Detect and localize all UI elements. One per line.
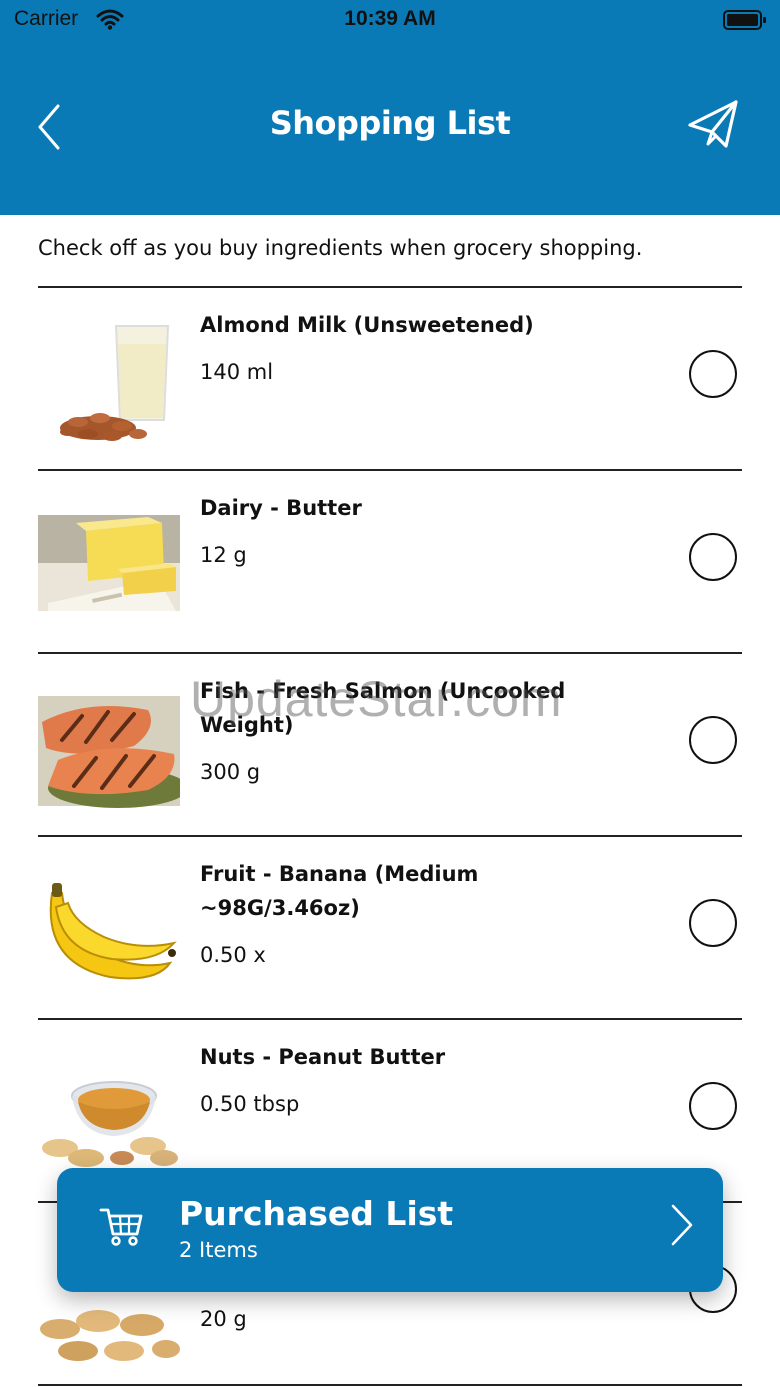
watermark: UpdateStar.com	[190, 671, 563, 727]
list-item[interactable]: Almond Milk (Unsweetened) 140 ml	[38, 286, 742, 469]
list-item[interactable]: Dairy - Butter 12 g	[38, 469, 742, 652]
item-name: Fruit - Banana (Medium ~98G/3.46oz)	[200, 862, 479, 920]
item-quantity: 20 g	[200, 1307, 247, 1331]
item-checkbox[interactable]	[689, 716, 737, 764]
send-button[interactable]	[686, 98, 740, 152]
item-quantity: 300 g	[200, 760, 261, 784]
list-item[interactable]: Fruit - Banana (Medium ~98G/3.46oz) 0.50…	[38, 835, 742, 1018]
item-name: Dairy - Butter	[200, 496, 362, 520]
item-checkbox[interactable]	[689, 533, 737, 581]
chevron-right-icon	[671, 1204, 693, 1246]
app-header: Carrier 10:39 AM Shopping List	[0, 0, 780, 215]
item-quantity: 140 ml	[200, 360, 274, 384]
peanut-butter-image	[38, 1042, 180, 1182]
instructions-text: Check off as you buy ingredients when gr…	[38, 236, 643, 260]
purchased-list-title: Purchased List	[179, 1194, 454, 1233]
salmon-image	[38, 676, 180, 816]
almond-milk-image	[38, 310, 180, 450]
item-quantity: 12 g	[200, 543, 247, 567]
purchased-item-count: 2 Items	[179, 1238, 258, 1262]
item-quantity: 0.50 x	[200, 943, 266, 967]
item-name: Nuts - Peanut Butter	[200, 1045, 446, 1069]
item-quantity: 0.50 tbsp	[200, 1092, 300, 1116]
battery-icon	[723, 9, 767, 35]
item-checkbox[interactable]	[689, 350, 737, 398]
item-checkbox[interactable]	[689, 899, 737, 947]
list-divider	[38, 1384, 742, 1386]
status-time: 10:39 AM	[344, 7, 436, 30]
butter-image	[38, 493, 180, 633]
banana-image	[38, 859, 180, 999]
page-title: Shopping List	[269, 104, 511, 142]
purchased-list-button[interactable]: Purchased List 2 Items	[57, 1168, 723, 1292]
shopping-cart-icon	[99, 1208, 143, 1246]
status-bar: Carrier 10:39 AM	[0, 0, 780, 42]
item-checkbox[interactable]	[689, 1082, 737, 1130]
paper-plane-icon	[688, 100, 738, 148]
item-name: Almond Milk (Unsweetened)	[200, 313, 534, 337]
